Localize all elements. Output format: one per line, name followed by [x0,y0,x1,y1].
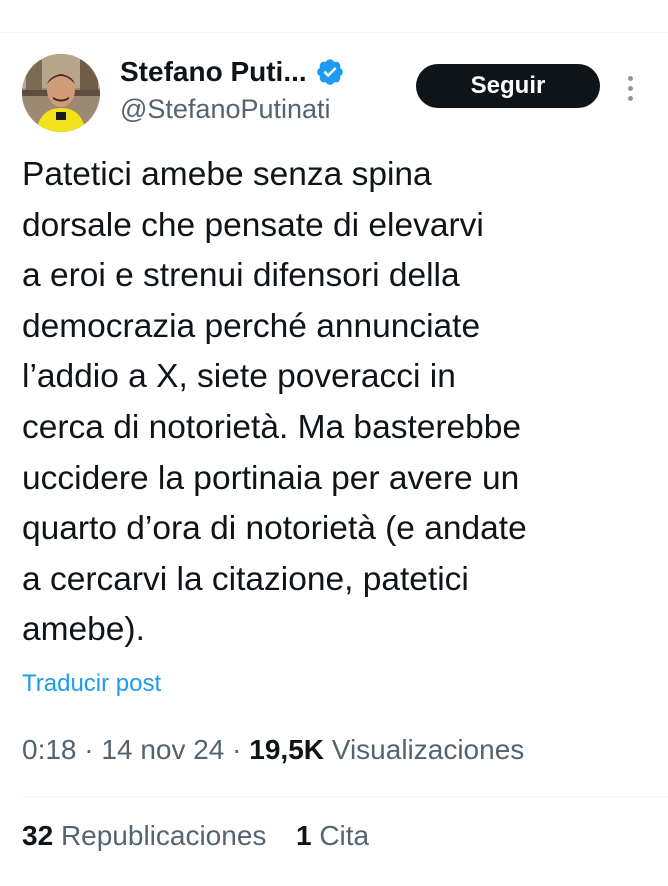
author-display-name[interactable]: Stefano Puti... [120,56,307,88]
reposts-count: 32 [22,820,54,851]
views-label: Visualizaciones [331,734,525,765]
author-handle[interactable]: @StefanoPutinati [120,94,331,125]
reposts-stat[interactable]: 32 Republicaciones [22,820,274,851]
top-divider [0,32,668,33]
meta-separator: · [232,734,242,765]
translate-post-link[interactable]: Traducir post [22,670,161,698]
more-dot [627,95,633,101]
name-row: Stefano Puti... [120,54,345,90]
post-header: Stefano Puti... @StefanoPutinati Seguir [20,52,648,132]
more-dot [627,85,633,91]
meta-separator: · [84,734,94,765]
post-meta: 0:18 · 14 nov 24 · 19,5K Visualizaciones [22,734,524,766]
views-count: 19,5K [249,734,324,765]
reposts-label: Republicaciones [60,820,267,851]
post-time[interactable]: 0:18 [22,734,77,765]
quotes-count: 1 [295,820,312,851]
post-date[interactable]: 14 nov 24 [101,734,224,765]
quotes-label: Cita [319,820,370,851]
verified-badge-icon[interactable] [315,57,345,87]
quotes-stat[interactable]: 1 Cita [296,820,369,851]
user-avatar-icon [22,54,100,132]
follow-button[interactable]: Seguir [416,64,600,108]
post-text: Patetici amebe senza spina dorsale che p… [22,156,527,649]
stats-divider [22,796,668,797]
avatar[interactable] [22,54,100,132]
more-dot [627,75,633,81]
more-options-icon[interactable] [618,70,642,106]
post-stats: 32 Republicaciones 1 Cita [22,820,369,852]
